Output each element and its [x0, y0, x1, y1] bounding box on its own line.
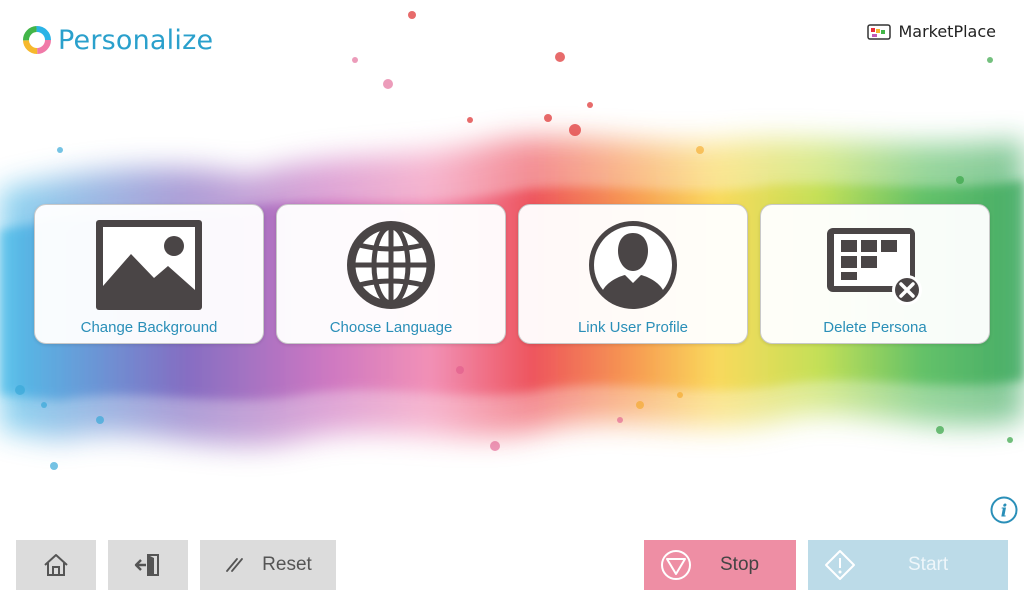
reset-button[interactable]: Reset [200, 540, 336, 590]
start-label: Start [908, 554, 949, 575]
app-title-text: Personalize [58, 24, 214, 56]
exit-icon [134, 554, 159, 576]
link-user-profile-tile[interactable]: Link User Profile [518, 204, 748, 344]
stop-button[interactable]: Stop [644, 540, 796, 590]
app-title: Personalize [22, 22, 213, 58]
start-icon [825, 550, 855, 580]
start-button[interactable]: Start [808, 540, 1008, 590]
choose-language-tile[interactable]: Choose Language [276, 204, 506, 344]
change-background-label: Change Background [80, 319, 218, 336]
link-user-profile-label: Link User Profile [577, 319, 689, 336]
choose-language-label: Choose Language [329, 319, 453, 336]
change-background-tile[interactable]: Change Background [34, 204, 264, 344]
delete-persona-icon [819, 217, 931, 313]
home-button[interactable] [16, 540, 96, 590]
reset-icon [226, 558, 244, 572]
exit-button[interactable] [108, 540, 188, 590]
personalize-logo-icon [23, 26, 51, 54]
delete-persona-tile[interactable]: Delete Persona [760, 204, 990, 344]
user-profile-icon [577, 217, 689, 313]
delete-persona-label: Delete Persona [823, 319, 927, 336]
svg-text:i: i [1001, 502, 1007, 522]
stop-icon [661, 550, 691, 580]
marketplace-brand: MarketPlace [867, 22, 996, 41]
marketplace-logo-icon [867, 23, 892, 40]
stop-label: Stop [720, 554, 760, 575]
info-button[interactable]: i [990, 496, 1018, 524]
globe-icon [335, 217, 447, 313]
image-icon [93, 217, 205, 313]
brand-name: MarketPlace [898, 22, 996, 41]
reset-label: Reset [262, 554, 312, 575]
home-icon [44, 554, 68, 576]
info-icon: i [990, 496, 1018, 524]
